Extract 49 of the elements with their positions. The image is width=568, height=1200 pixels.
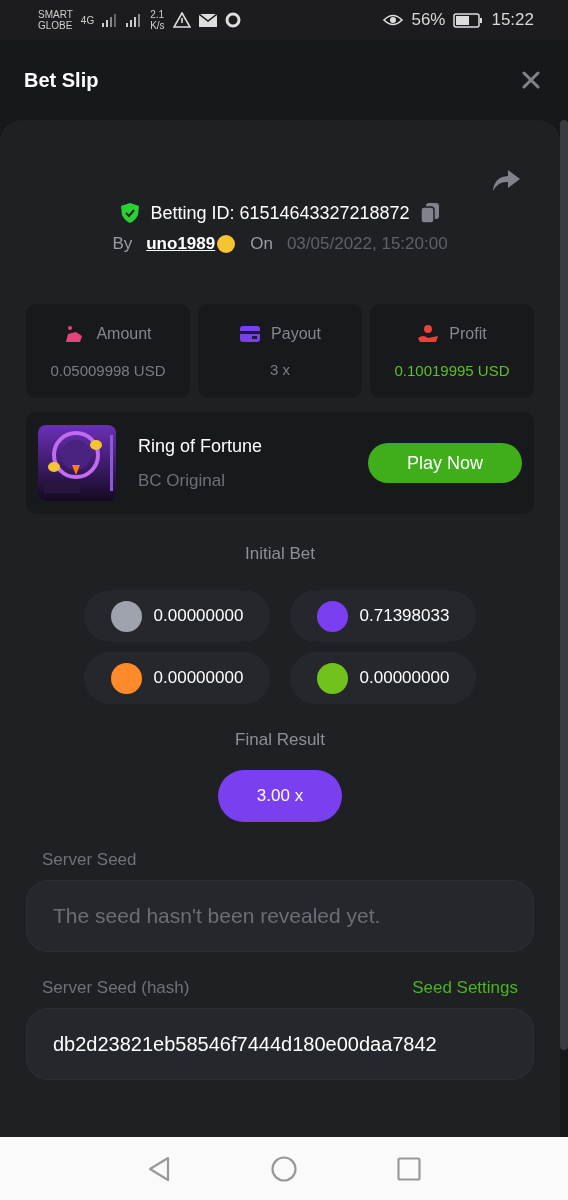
server-seed-field[interactable]: The seed hasn't been revealed yet. — [26, 880, 534, 952]
stat-label: Payout — [271, 324, 321, 343]
header-title: Bet Slip — [24, 68, 99, 92]
stat-value: 3 x — [270, 360, 290, 378]
speed-text: 2.1 K/s — [150, 9, 165, 31]
stat-label: Amount — [96, 324, 152, 343]
game-name: Ring of Fortune — [138, 435, 264, 457]
stat-value: 0.10019995 USD — [394, 361, 510, 379]
clock-text: 15:22 — [491, 10, 534, 30]
result-badge: 3.00 x — [218, 770, 342, 822]
copy-icon[interactable] — [419, 202, 440, 224]
game-subtitle: BC Original — [138, 470, 226, 491]
stat-value: 0.05009998 USD — [50, 361, 166, 379]
eye-icon — [383, 13, 404, 27]
chip-value: 0.71398033 — [359, 606, 450, 626]
seed-hash-field[interactable]: db2d23821eb58546f7444d180e00daa7842 — [26, 1008, 534, 1080]
date-text: 03/05/2022, 15:20:00 — [286, 234, 448, 254]
stat-label: Profit — [449, 324, 487, 343]
chip-value: 0.00000000 — [153, 606, 244, 626]
signal-icon — [102, 13, 119, 27]
warning-icon — [172, 12, 191, 28]
section-title: Final Result — [234, 730, 326, 750]
chip-value: 0.00000000 — [153, 668, 244, 688]
battery-text: 56% — [411, 10, 446, 30]
back-button[interactable] — [147, 1155, 171, 1182]
home-button[interactable] — [271, 1155, 297, 1182]
field-label: Server Seed (hash) — [42, 978, 190, 998]
seed-settings-link[interactable]: Seed Settings — [412, 978, 518, 998]
network-text: 4G — [80, 14, 95, 26]
betting-id-text: Betting ID: 61514643327218872 — [150, 202, 410, 224]
username-link[interactable]: uno1989 — [146, 234, 216, 254]
carrier-text: SMART GLOBE — [38, 9, 73, 31]
shield-check-icon — [120, 202, 141, 224]
card-icon — [239, 324, 262, 343]
chip-value: 0.00000000 — [359, 668, 450, 688]
emoji-icon — [216, 234, 237, 254]
on-label: On — [250, 234, 273, 254]
section-title: Initial Bet — [244, 544, 316, 564]
recents-button[interactable] — [397, 1156, 421, 1181]
hand-person-icon — [417, 323, 440, 344]
close-button[interactable] — [520, 69, 542, 91]
signal-icon — [126, 13, 143, 27]
by-label: By — [112, 234, 133, 254]
scrollbar-thumb[interactable] — [560, 120, 568, 1050]
mail-icon — [198, 13, 217, 27]
share-icon[interactable] — [492, 170, 520, 192]
battery-icon — [453, 12, 484, 28]
field-label: Server Seed — [42, 850, 137, 870]
sync-icon — [224, 12, 241, 28]
